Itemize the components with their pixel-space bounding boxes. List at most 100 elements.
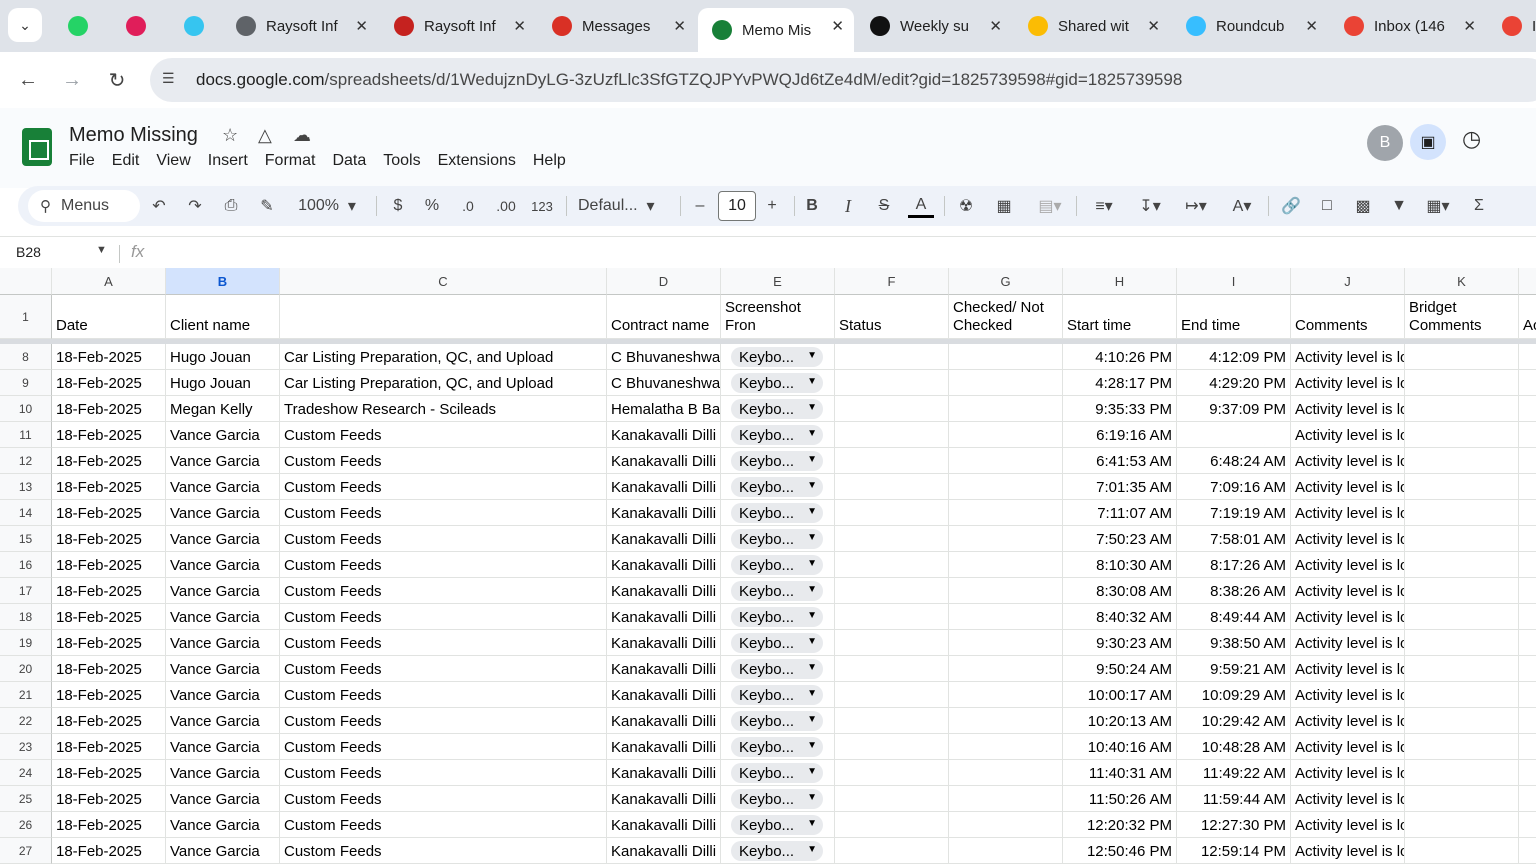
table-cell-end[interactable]: 7:58:01 AM [1177, 526, 1291, 552]
browser-tab[interactable]: Weekly su ✕ [856, 8, 1012, 44]
table-cell-contract[interactable]: Kanakavalli Dilli [607, 604, 721, 630]
table-cell-end[interactable]: 4:29:20 PM [1177, 370, 1291, 396]
table-cell-screenshot[interactable]: Keybo... ▼ [721, 526, 835, 552]
table-cell-comment[interactable]: Activity level is lo [1291, 838, 1405, 864]
browser-tab[interactable]: Roundcub ✕ [1172, 8, 1328, 44]
forward-arrow-icon[interactable]: → [56, 64, 88, 96]
table-cell-comment[interactable]: Activity level is lo [1291, 604, 1405, 630]
menu-help[interactable]: Help [533, 152, 566, 170]
table-cell[interactable] [1519, 474, 1536, 500]
table-cell-client[interactable]: Vance Garcia [166, 838, 280, 864]
close-icon[interactable]: ✕ [673, 17, 686, 35]
row-header[interactable]: 21 [0, 682, 52, 708]
table-cell-date[interactable]: 18-Feb-2025 [52, 838, 166, 864]
dropdown-chip[interactable]: Keybo... ▼ [731, 711, 823, 731]
table-cell-task[interactable]: Custom Feeds [280, 422, 607, 448]
table-cell-checked[interactable] [949, 448, 1063, 474]
header-cell[interactable]: Date [52, 295, 166, 339]
table-cell-status[interactable] [835, 552, 949, 578]
table-cell-contract[interactable]: Kanakavalli Dilli [607, 526, 721, 552]
dropdown-chip[interactable]: Keybo... ▼ [731, 789, 823, 809]
chevron-down-icon[interactable]: ▼ [807, 610, 817, 621]
menu-file[interactable]: File [69, 152, 95, 170]
table-cell-bridget[interactable] [1405, 630, 1519, 656]
browser-tab[interactable]: Memo Mis ✕ [698, 8, 854, 52]
column-header[interactable]: G [949, 268, 1063, 295]
table-cell-status[interactable] [835, 786, 949, 812]
row-header[interactable]: 23 [0, 734, 52, 760]
table-cell-comment[interactable]: Activity level is lo [1291, 448, 1405, 474]
dropdown-chip[interactable]: Keybo... ▼ [731, 347, 823, 367]
table-cell-task[interactable]: Custom Feeds [280, 474, 607, 500]
column-header[interactable]: C [280, 268, 607, 295]
table-cell[interactable] [1519, 630, 1536, 656]
table-cell-task[interactable]: Custom Feeds [280, 708, 607, 734]
table-cell-client[interactable]: Hugo Jouan [166, 370, 280, 396]
table-cell-client[interactable]: Vance Garcia [166, 682, 280, 708]
chevron-down-icon[interactable]: ▼ [807, 350, 817, 361]
table-cell-date[interactable]: 18-Feb-2025 [52, 422, 166, 448]
row-header[interactable]: 24 [0, 760, 52, 786]
table-cell-checked[interactable] [949, 500, 1063, 526]
table-cell-task[interactable]: Custom Feeds [280, 656, 607, 682]
chevron-down-icon[interactable]: ▼ [807, 688, 817, 699]
table-cell-bridget[interactable] [1405, 422, 1519, 448]
row-header[interactable]: 8 [0, 344, 52, 370]
table-cell-date[interactable]: 18-Feb-2025 [52, 344, 166, 370]
table-cell-date[interactable]: 18-Feb-2025 [52, 552, 166, 578]
table-cell[interactable] [1519, 708, 1536, 734]
table-cell-checked[interactable] [949, 708, 1063, 734]
table-cell-checked[interactable] [949, 604, 1063, 630]
table-cell-contract[interactable]: Kanakavalli Dilli [607, 682, 721, 708]
table-cell-bridget[interactable] [1405, 838, 1519, 864]
chevron-down-icon[interactable]: ▼ [807, 428, 817, 439]
table-cell-task[interactable]: Custom Feeds [280, 760, 607, 786]
table-cell-screenshot[interactable]: Keybo... ▼ [721, 760, 835, 786]
table-cell-contract[interactable]: C Bhuvaneshwa [607, 344, 721, 370]
decrease-font-size-icon[interactable]: – [690, 194, 710, 218]
zoom-select[interactable]: 100% ▾ [292, 194, 362, 218]
name-box[interactable]: B28 [16, 244, 41, 260]
table-cell-end[interactable] [1177, 422, 1291, 448]
dropdown-chip[interactable]: Keybo... ▼ [731, 763, 823, 783]
table-cell-end[interactable]: 9:59:21 AM [1177, 656, 1291, 682]
table-cell-status[interactable] [835, 630, 949, 656]
table-cell-end[interactable]: 9:38:50 AM [1177, 630, 1291, 656]
insert-comment-icon[interactable]: □ [1316, 194, 1338, 218]
table-cell-bridget[interactable] [1405, 578, 1519, 604]
table-cell-end[interactable]: 9:37:09 PM [1177, 396, 1291, 422]
chevron-down-icon[interactable]: ▼ [807, 662, 817, 673]
table-cell-comment[interactable]: Activity level is lo [1291, 760, 1405, 786]
table-cell-client[interactable]: Megan Kelly [166, 396, 280, 422]
table-cell-comment[interactable]: Activity level is lo [1291, 656, 1405, 682]
row-header[interactable]: 20 [0, 656, 52, 682]
table-cell-bridget[interactable] [1405, 370, 1519, 396]
table-cell-comment[interactable]: Activity level is lo [1291, 812, 1405, 838]
table-cell-bridget[interactable] [1405, 682, 1519, 708]
font-select[interactable]: Defaul... ▾ [578, 194, 668, 218]
dropdown-chip[interactable]: Keybo... ▼ [731, 815, 823, 835]
back-arrow-icon[interactable]: ← [12, 64, 44, 96]
table-cell-end[interactable]: 4:12:09 PM [1177, 344, 1291, 370]
column-header[interactable]: H [1063, 268, 1177, 295]
browser-tab[interactable]: Shared wit ✕ [1014, 8, 1170, 44]
table-cell-date[interactable]: 18-Feb-2025 [52, 396, 166, 422]
table-cell-client[interactable]: Vance Garcia [166, 578, 280, 604]
table-cell-client[interactable]: Hugo Jouan [166, 344, 280, 370]
table-cell-comment[interactable]: Activity level is lo [1291, 786, 1405, 812]
table-cell-contract[interactable]: Kanakavalli Dilli [607, 578, 721, 604]
table-cell-status[interactable] [835, 682, 949, 708]
browser-tab[interactable]: Raysoft Inf ✕ [380, 8, 536, 44]
increase-decimal-button[interactable]: .00 [492, 194, 520, 218]
table-cell-start[interactable]: 9:50:24 AM [1063, 656, 1177, 682]
table-cell-start[interactable]: 8:40:32 AM [1063, 604, 1177, 630]
table-cell-start[interactable]: 7:11:07 AM [1063, 500, 1177, 526]
table-cell-contract[interactable]: Hemalatha B Ba [607, 396, 721, 422]
table-cell-comment[interactable]: Activity level is lo [1291, 682, 1405, 708]
table-cell-checked[interactable] [949, 370, 1063, 396]
header-cell[interactable]: Client name [166, 295, 280, 339]
table-cell-status[interactable] [835, 474, 949, 500]
tab-search-dropdown[interactable]: ⌄ [8, 8, 42, 42]
table-cell-client[interactable]: Vance Garcia [166, 734, 280, 760]
table-cell-bridget[interactable] [1405, 656, 1519, 682]
